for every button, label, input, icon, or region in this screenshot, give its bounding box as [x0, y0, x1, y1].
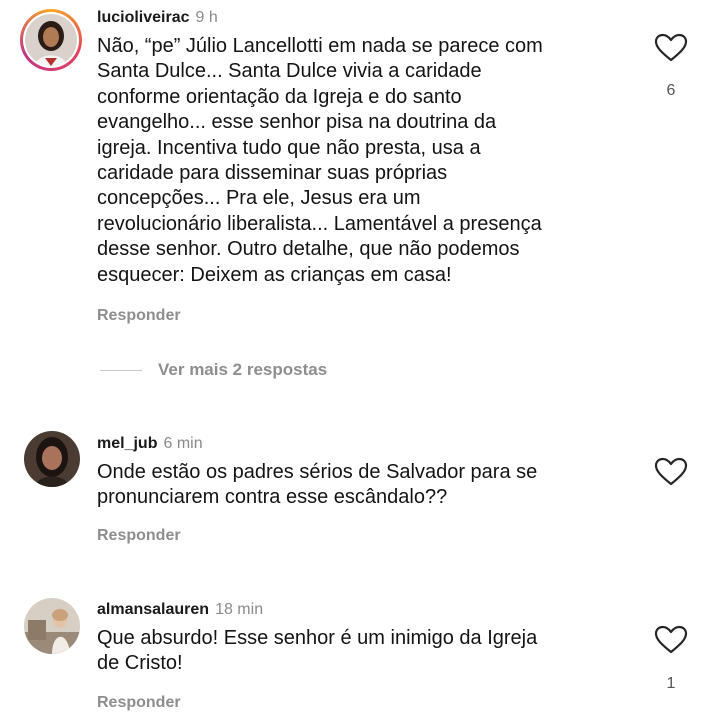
username[interactable]: mel_jub: [97, 435, 157, 452]
username[interactable]: lucioliveirac: [97, 9, 190, 26]
view-more-replies-label: Ver mais 2 respostas: [158, 360, 328, 379]
comment-text: Que absurdo! Esse senhor é um inimigo da…: [97, 627, 538, 675]
timestamp: 9 h: [195, 9, 218, 26]
avatar-photo: [24, 598, 80, 654]
timestamp: 18 min: [215, 601, 264, 618]
avatar-photo: [25, 14, 77, 66]
reply-button[interactable]: Responder: [97, 694, 181, 712]
comment-text: Onde estão os padres sérios de Salvador …: [97, 461, 538, 509]
avatar[interactable]: [24, 431, 80, 487]
reply-button[interactable]: Responder: [97, 307, 181, 325]
view-more-replies-button[interactable]: Ver mais 2 respostas: [100, 360, 327, 380]
comment-meta: mel_jub 6 min: [97, 434, 203, 454]
timestamp: 6 min: [163, 435, 203, 452]
heart-outline-icon[interactable]: [654, 33, 688, 63]
divider-line: [100, 369, 142, 371]
reply-button[interactable]: Responder: [97, 527, 181, 545]
like-count: 6: [666, 82, 676, 99]
heart-outline-icon[interactable]: [654, 457, 688, 487]
avatar[interactable]: [20, 9, 82, 71]
comment-meta: almansalauren 18 min: [97, 600, 263, 620]
comment-text: Não, “pe” Júlio Lancellotti em nada se p…: [97, 35, 543, 286]
comment-meta: lucioliveirac 9 h: [97, 8, 218, 28]
username[interactable]: almansalauren: [97, 601, 209, 618]
like-count: 1: [666, 675, 676, 692]
avatar-photo: [24, 431, 80, 487]
heart-outline-icon[interactable]: [654, 625, 688, 655]
avatar[interactable]: [24, 598, 80, 654]
